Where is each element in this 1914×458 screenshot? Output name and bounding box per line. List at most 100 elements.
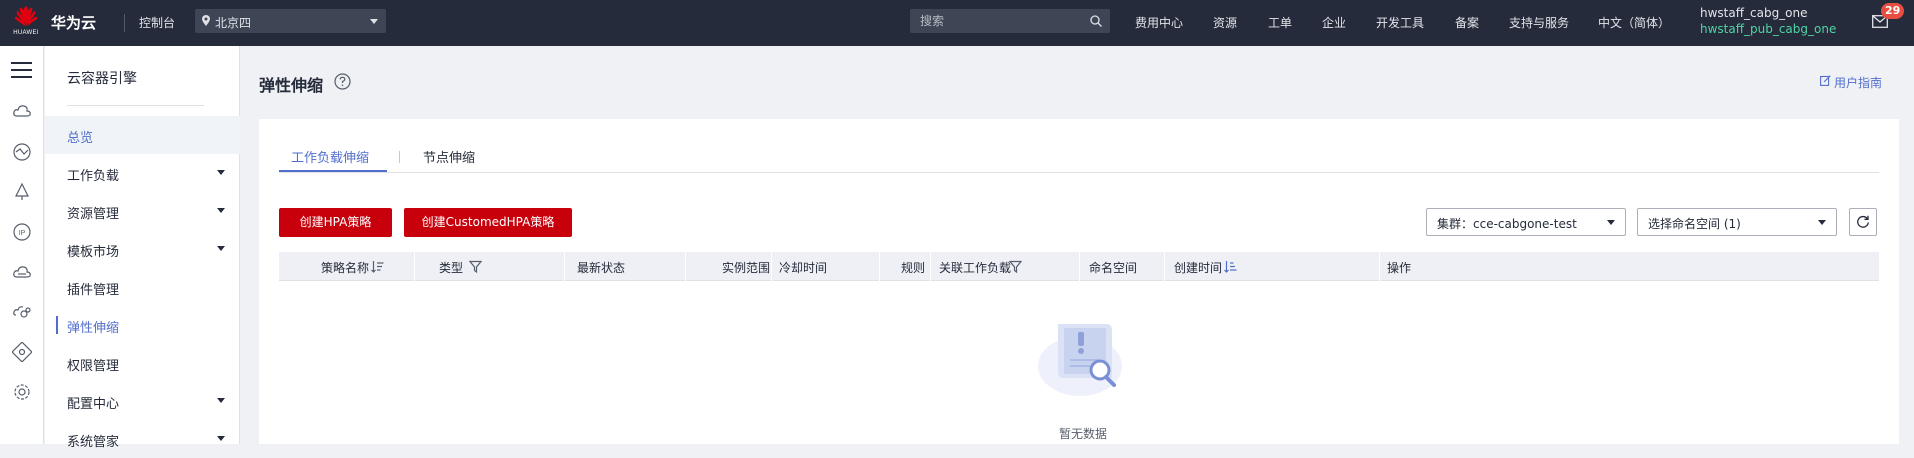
region-label: 北京四: [215, 16, 252, 30]
page-title: 弹性伸缩: [259, 76, 324, 95]
sidebar-item-label: 配置中心: [67, 397, 120, 412]
sort-icon[interactable]: [371, 260, 384, 273]
sidebar-item-workloads[interactable]: 工作负载: [45, 154, 240, 192]
language-selector[interactable]: 中文（简体）: [1598, 14, 1670, 31]
nav-dev-tools[interactable]: 开发工具: [1376, 14, 1424, 31]
tab-separator: [399, 151, 400, 163]
active-tab-indicator: [279, 170, 387, 172]
column-actions: 操作: [1387, 261, 1412, 275]
column-rules: 规则: [901, 261, 926, 275]
sidebar-item-label: 插件管理: [67, 283, 120, 298]
help-icon[interactable]: [334, 73, 351, 90]
column-separator: [930, 252, 931, 281]
service-icon-rail: IP: [0, 46, 44, 444]
column-related-workload[interactable]: 关联工作负载: [939, 259, 1011, 276]
sidebar-item-auto-scaling[interactable]: 弹性伸缩: [45, 306, 240, 344]
logo-wordmark: HUAWEI: [13, 30, 39, 36]
tabs-divider: [279, 172, 1879, 173]
column-policy-name[interactable]: 策略名称: [321, 259, 369, 276]
nav-filing[interactable]: 备案: [1455, 14, 1479, 31]
cloud-icon[interactable]: [12, 102, 32, 122]
brand-name[interactable]: 华为云: [51, 12, 96, 33]
sidebar-item-label: 工作负载: [67, 169, 120, 184]
chevron-down-icon: [370, 19, 378, 24]
namespace-select[interactable]: 选择命名空间 (1): [1637, 208, 1837, 236]
column-cooldown: 冷却时间: [779, 261, 828, 275]
region-selector[interactable]: 北京四: [195, 9, 386, 33]
edit-doc-icon[interactable]: [1820, 75, 1831, 86]
column-separator: [771, 252, 772, 281]
sidebar-item-addons[interactable]: 插件管理: [45, 268, 240, 306]
cloud-service-icon[interactable]: [12, 262, 32, 282]
sidebar-item-permissions[interactable]: 权限管理: [45, 344, 240, 382]
sidebar-item-label: 弹性伸缩: [67, 321, 120, 336]
user-account[interactable]: hwstaff_pub_cabg_one: [1700, 22, 1836, 36]
nav-resources[interactable]: 资源: [1213, 14, 1237, 31]
column-instance-range: 实例范围: [722, 261, 771, 275]
svg-text:IP: IP: [19, 230, 26, 237]
empty-data-illustration: [1038, 324, 1122, 396]
user-name[interactable]: hwstaff_cabg_one: [1700, 6, 1808, 20]
tree-icon[interactable]: [12, 182, 32, 202]
location-pin-icon: [202, 15, 210, 26]
active-indicator: [56, 316, 58, 334]
chevron-down-icon: [217, 398, 225, 403]
column-separator: [414, 252, 415, 281]
table-header: 策略名称 类型 最新状态 实例范围 冷却时间 规则 关联工作负载 命名空间 创建…: [279, 252, 1879, 281]
column-latest-status: 最新状态: [577, 261, 626, 275]
sidebar-item-system-manager[interactable]: 系统管家: [45, 420, 240, 458]
chevron-down-icon: [217, 436, 225, 441]
sidebar-item-config-center[interactable]: 配置中心: [45, 382, 240, 420]
cluster-select[interactable]: 集群：cce-cabgone-test: [1426, 208, 1626, 236]
cloud-link-icon[interactable]: [12, 302, 32, 322]
namespace-select-value: 选择命名空间 (1): [1648, 217, 1741, 231]
column-type[interactable]: 类型: [439, 259, 463, 276]
chevron-down-icon: [1607, 220, 1615, 225]
user-guide-link[interactable]: 用户指南: [1834, 74, 1882, 91]
refresh-button[interactable]: [1849, 208, 1877, 236]
ip-icon[interactable]: IP: [12, 222, 32, 242]
chevron-down-icon: [217, 208, 225, 213]
hamburger-menu-icon[interactable]: [11, 62, 32, 78]
column-created-time[interactable]: 创建时间: [1174, 259, 1222, 276]
filter-icon[interactable]: [1009, 260, 1022, 273]
search-input[interactable]: [910, 9, 1110, 33]
sidebar-item-label: 总览: [67, 131, 94, 146]
huawei-logo[interactable]: HUAWEI: [8, 6, 44, 40]
network-icon[interactable]: [12, 142, 32, 162]
refresh-icon: [1857, 215, 1869, 228]
divider: [67, 105, 204, 106]
divider: [124, 14, 125, 32]
column-separator: [1379, 252, 1380, 281]
search-icon[interactable]: [1090, 15, 1102, 27]
filter-icon[interactable]: [469, 260, 482, 273]
sort-descending-icon[interactable]: [1224, 260, 1237, 273]
top-navigation-bar: HUAWEI 华为云 控制台 北京四 费用中心 资源 工单 企业 开发工具 备案…: [0, 0, 1914, 46]
chevron-down-icon: [1818, 220, 1826, 225]
console-link[interactable]: 控制台: [139, 14, 175, 31]
tab-node-scaling[interactable]: 节点伸缩: [423, 147, 475, 166]
nav-billing[interactable]: 费用中心: [1135, 14, 1183, 31]
settings-cog-icon[interactable]: [12, 382, 32, 402]
sidebar-item-overview[interactable]: 总览: [45, 116, 240, 154]
tab-workload-scaling[interactable]: 工作负载伸缩: [291, 147, 369, 166]
sidebar-item-label: 资源管理: [67, 207, 120, 222]
sidebar-item-resources[interactable]: 资源管理: [45, 192, 240, 230]
service-sidebar: 云容器引擎 总览 工作负载 资源管理 模板市场 插件管理 弹性伸缩 权限管理 配…: [45, 46, 240, 450]
create-hpa-button[interactable]: 创建HPA策略: [279, 208, 392, 237]
chevron-down-icon: [217, 246, 225, 251]
sidebar-item-label: 系统管家: [67, 435, 120, 450]
sidebar-item-label: 权限管理: [67, 359, 120, 374]
target-icon[interactable]: [12, 342, 32, 362]
nav-support[interactable]: 支持与服务: [1509, 14, 1569, 31]
empty-state-text: 暂无数据: [1058, 427, 1107, 441]
sidebar-item-templates[interactable]: 模板市场: [45, 230, 240, 268]
create-customed-hpa-button[interactable]: 创建CustomedHPA策略: [404, 208, 572, 237]
sidebar-item-label: 模板市场: [67, 245, 120, 260]
chevron-down-icon: [217, 170, 225, 175]
message-count-badge: 29: [1881, 3, 1905, 19]
column-separator: [685, 252, 686, 281]
nav-tickets[interactable]: 工单: [1268, 14, 1292, 31]
nav-enterprise[interactable]: 企业: [1322, 14, 1346, 31]
column-separator: [879, 252, 880, 281]
